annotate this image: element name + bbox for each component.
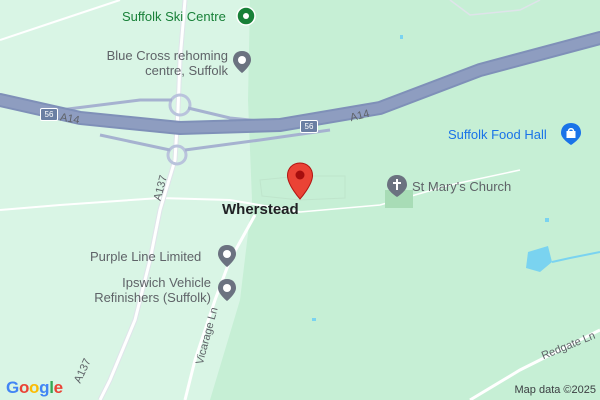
- slip-road: [99, 133, 171, 152]
- location-pin-icon[interactable]: [286, 162, 314, 200]
- google-logo-letter: g: [39, 378, 50, 397]
- shopping-bag-icon[interactable]: [560, 122, 582, 146]
- google-logo: Google: [6, 378, 63, 398]
- google-logo-letter: o: [18, 378, 30, 397]
- minor-road: [0, 0, 121, 41]
- poi-label-blue-cross[interactable]: Blue Cross rehoming centre, Suffolk: [98, 48, 228, 78]
- generic-poi-icon[interactable]: [217, 278, 237, 302]
- poi-label-blue-cross-line2: centre, Suffolk: [145, 63, 228, 78]
- generic-poi-icon[interactable]: [217, 244, 237, 268]
- poi-label-blue-cross-line1: Blue Cross rehoming: [106, 48, 228, 63]
- google-logo-letter: e: [53, 378, 63, 397]
- ski-icon[interactable]: [236, 6, 256, 26]
- map-base-layer: [0, 0, 600, 400]
- map-canvas[interactable]: 56 56 A14 A14 A137 A137 Vicarage Ln Redg…: [0, 0, 600, 400]
- poi-label-ski-centre[interactable]: Suffolk Ski Centre: [122, 9, 226, 24]
- water-spot: [312, 318, 316, 321]
- junction-56-label: 56: [44, 110, 54, 119]
- poi-label-purple-line[interactable]: Purple Line Limited: [90, 249, 201, 264]
- water-spot: [400, 35, 403, 39]
- junction-56-shield: 56: [40, 108, 58, 121]
- map-attribution[interactable]: Map data ©2025: [515, 384, 597, 396]
- google-logo-letter: G: [6, 378, 19, 397]
- church-cross-icon[interactable]: [386, 174, 408, 198]
- generic-poi-icon[interactable]: [232, 50, 252, 74]
- slip-road: [59, 98, 172, 112]
- place-label-wherstead: Wherstead: [222, 201, 299, 218]
- poi-label-ipswich-vehicle[interactable]: Ipswich Vehicle Refinishers (Suffolk): [78, 275, 211, 305]
- google-logo-letter: o: [29, 378, 40, 397]
- poi-label-ipswich-line2: Refinishers (Suffolk): [94, 290, 211, 305]
- junction-56-label: 56: [304, 122, 314, 131]
- poi-label-church[interactable]: St Mary's Church: [412, 179, 511, 194]
- junction-56-shield: 56: [300, 120, 318, 133]
- poi-label-food-hall[interactable]: Suffolk Food Hall: [448, 127, 547, 142]
- water-spot: [545, 218, 549, 222]
- poi-label-ipswich-line1: Ipswich Vehicle: [122, 275, 211, 290]
